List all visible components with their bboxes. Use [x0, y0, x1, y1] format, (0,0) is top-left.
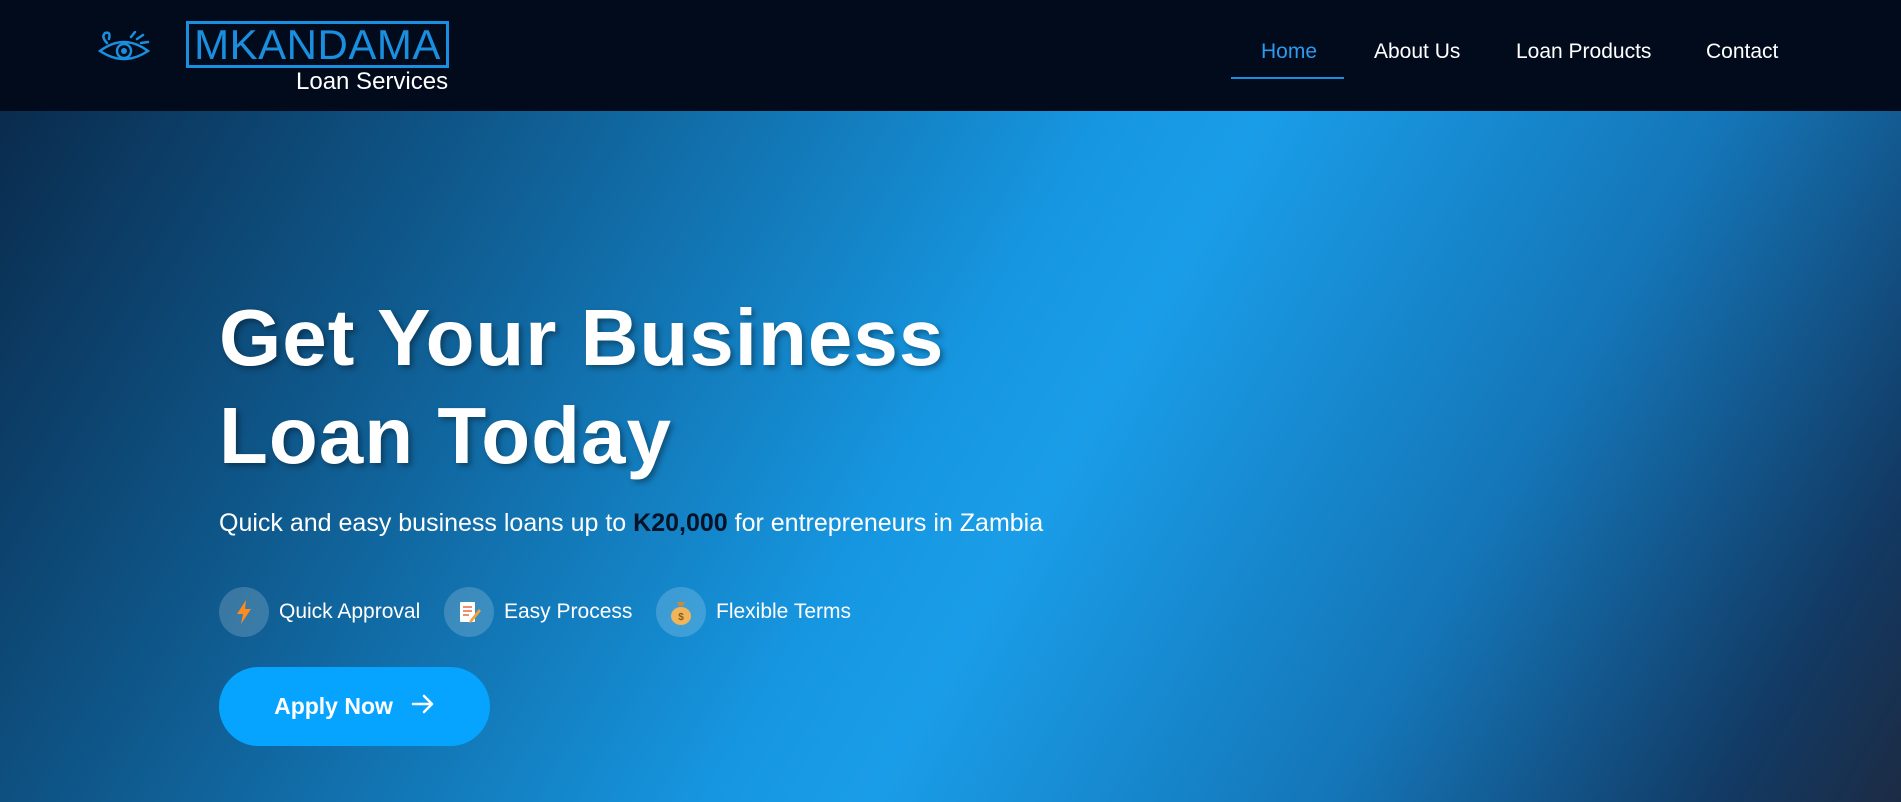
nav-item-contact[interactable]: Contact [1706, 40, 1778, 64]
hero-section: Get Your Business Loan Today Quick and e… [0, 111, 1901, 802]
brand-logo[interactable]: MKANDAMA [186, 21, 449, 68]
nav-item-loan-products[interactable]: Loan Products [1516, 40, 1651, 64]
hero-title-line2: Loan Today [219, 391, 672, 480]
document-pencil-icon [444, 587, 494, 637]
lightning-icon [219, 587, 269, 637]
hero-subtitle: Quick and easy business loans up to K20,… [219, 509, 1043, 538]
eye-logo-icon[interactable] [97, 30, 151, 71]
apply-now-label: Apply Now [274, 693, 393, 719]
apply-now-button[interactable]: Apply Now [219, 667, 490, 746]
feature-label: Easy Process [504, 600, 633, 623]
feature-easy-process: Easy Process [444, 586, 632, 638]
brand-name: MKANDAMA [194, 20, 441, 68]
loan-amount: K20,000 [633, 509, 728, 537]
money-bag-icon: $ [656, 587, 706, 637]
brand-tagline: Loan Services [296, 68, 449, 95]
arrow-right-icon [411, 693, 435, 721]
svg-text:$: $ [678, 612, 684, 623]
nav-item-home[interactable]: Home [1261, 40, 1317, 64]
subtitle-prefix: Quick and easy business loans up to [219, 509, 627, 537]
feature-quick-approval: Quick Approval [219, 586, 420, 638]
navbar: MKANDAMA Loan Services Home About Us Loa… [0, 0, 1901, 111]
hero-title: Get Your Business Loan Today [219, 289, 1119, 485]
subtitle-suffix: for entrepreneurs in Zambia [734, 509, 1044, 537]
active-nav-indicator [1231, 77, 1344, 79]
nav-item-about-us[interactable]: About Us [1374, 40, 1460, 64]
feature-flexible-terms: $ Flexible Terms [656, 586, 851, 638]
feature-label: Quick Approval [279, 600, 421, 623]
hero-title-line1: Get Your Business [219, 293, 945, 382]
feature-label: Flexible Terms [716, 600, 851, 623]
